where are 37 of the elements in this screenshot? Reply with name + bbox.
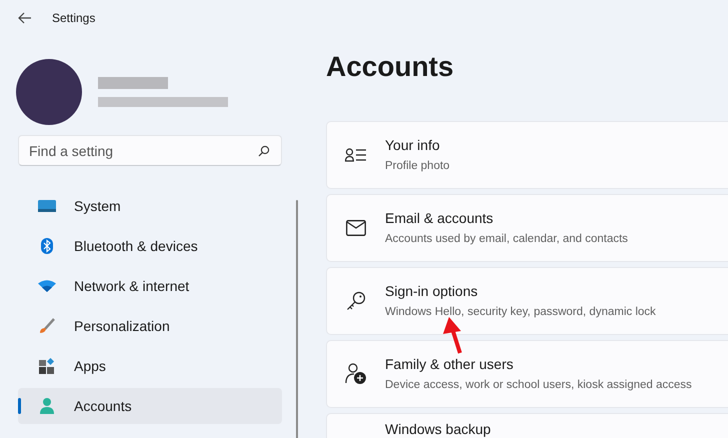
brush-icon bbox=[39, 318, 55, 334]
settings-card[interactable]: Your info Profile photo bbox=[326, 121, 728, 189]
card-subtitle: Windows Hello, security key, password, dynamic lock bbox=[385, 304, 656, 320]
card-title: Sign-in options bbox=[385, 282, 479, 301]
search-field[interactable]: Find a setting bbox=[18, 135, 282, 166]
back-icon[interactable] bbox=[18, 12, 32, 24]
wifi-icon bbox=[38, 280, 56, 292]
sidebar-item[interactable]: Personalization bbox=[18, 308, 282, 344]
window-title: Settings bbox=[52, 10, 96, 27]
card-title: Your info bbox=[385, 136, 441, 155]
card-subtitle: Device access, work or school users, kiosk assigned access bbox=[385, 378, 692, 393]
settings-card[interactable]: Family & other users Device access, work or school users, kiosk assigned access bbox=[326, 340, 728, 408]
sidebar-item[interactable]: Network & internet bbox=[18, 268, 282, 304]
bluetooth-icon bbox=[41, 238, 53, 254]
search-icon bbox=[258, 145, 270, 157]
settings-card[interactable]: Sign-in options Windows Hello, security key, password, dynamic lock bbox=[326, 267, 728, 335]
card-title: Family & other users bbox=[385, 354, 514, 374]
key-icon bbox=[346, 291, 366, 311]
card-title: Windows backup bbox=[385, 420, 491, 438]
sidebar-item[interactable]: Accounts bbox=[18, 388, 282, 424]
sidebar-item[interactable]: Apps bbox=[18, 348, 282, 384]
sidebar-item[interactable]: System bbox=[18, 188, 282, 224]
blurred-name bbox=[98, 77, 168, 89]
apps-icon bbox=[39, 358, 55, 374]
annotation-arrow bbox=[442, 316, 464, 354]
card-subtitle: Profile photo bbox=[385, 158, 450, 174]
sidebar-item[interactable]: Bluetooth & devices bbox=[18, 228, 282, 264]
monitor-icon bbox=[38, 200, 56, 212]
card-subtitle: Accounts used by email, calendar, and contacts bbox=[385, 232, 628, 247]
page-title: Accounts bbox=[326, 50, 455, 84]
settings-card[interactable]: Windows backup bbox=[326, 413, 728, 438]
envelope-icon bbox=[346, 220, 366, 236]
settings-card[interactable]: Email & accounts Accounts used by email, calendar, and contacts bbox=[326, 194, 728, 262]
add-user-icon bbox=[345, 363, 367, 385]
profile-list-icon bbox=[345, 148, 367, 162]
card-title: Email & accounts bbox=[385, 208, 494, 228]
person-icon bbox=[40, 398, 54, 414]
